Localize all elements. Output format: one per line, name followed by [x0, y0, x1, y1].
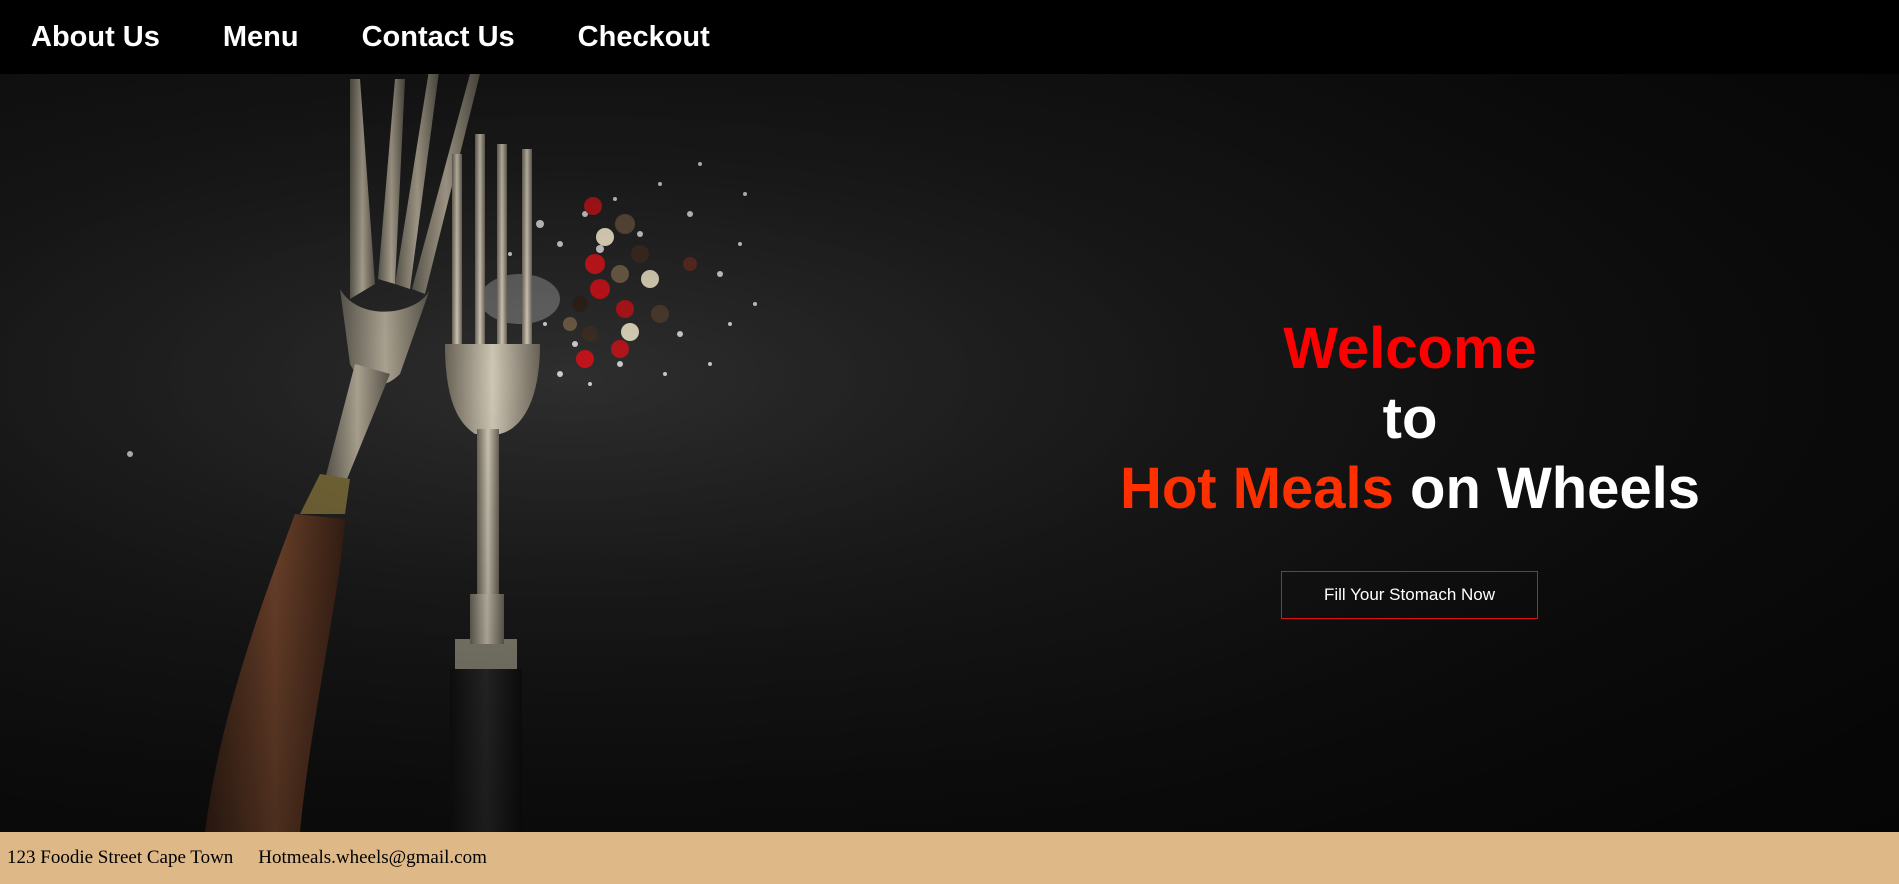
fill-stomach-button[interactable]: Fill Your Stomach Now — [1281, 571, 1538, 619]
to-text: to — [1382, 386, 1438, 451]
hero-heading: Welcome to Hot Meals on Wheels — [1040, 314, 1780, 524]
hero-section: Welcome to Hot Meals on Wheels Fill Your… — [0, 74, 1899, 832]
nav-checkout[interactable]: Checkout — [578, 21, 710, 54]
brand-rest: on Wheels — [1410, 456, 1701, 521]
nav-menu[interactable]: Menu — [223, 21, 299, 54]
brand-title: Hot Meals on Wheels — [1040, 454, 1780, 524]
nav-about-us[interactable]: About Us — [31, 21, 160, 54]
footer-address: 123 Foodie Street Cape Town — [7, 847, 234, 868]
top-nav: About Us Menu Contact Us Checkout — [0, 0, 1899, 74]
brand-highlight: Hot Meals — [1119, 456, 1394, 521]
footer: 123 Foodie Street Cape Town Hotmeals.whe… — [0, 832, 1899, 884]
welcome-text: Welcome — [1283, 316, 1537, 381]
footer-email: Hotmeals.wheels@gmail.com — [258, 847, 487, 868]
nav-contact-us[interactable]: Contact Us — [362, 21, 515, 54]
